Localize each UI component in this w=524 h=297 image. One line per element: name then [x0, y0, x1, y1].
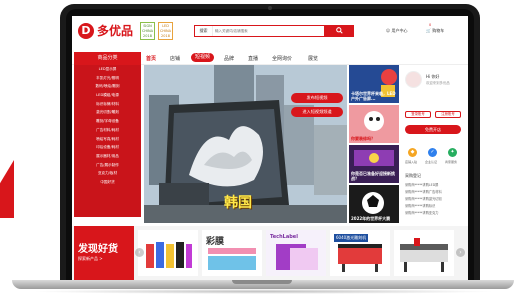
- sidebar-item[interactable]: 亚克力/板材: [74, 169, 141, 178]
- quick-link-label: 企业认证: [425, 160, 438, 164]
- list-item[interactable]: 采购商*****求购LED屏: [405, 182, 438, 187]
- search-input[interactable]: [215, 26, 325, 36]
- sidebar-item[interactable]: LED显示屏: [74, 65, 141, 74]
- quick-link-label: 店铺入驻: [405, 160, 418, 164]
- nav-short-video[interactable]: 短视频: [191, 53, 215, 62]
- carousel-prev-button[interactable]: ‹: [135, 248, 144, 257]
- sidebar-item[interactable]: 雕刻/字母设备: [74, 117, 141, 126]
- sidebar-item[interactable]: 喷绘写真/耗材: [74, 135, 141, 144]
- register-button[interactable]: 注册账号: [435, 111, 461, 118]
- promo-subtitle: 探索新产品 >: [78, 256, 103, 261]
- thumbnail-caption: 2022年的世界杯大赛: [351, 216, 391, 221]
- product-card[interactable]: 6040激光雕刻机: [330, 230, 390, 276]
- user-icon: ☺: [386, 28, 391, 33]
- badge-icon[interactable]: ✓: [428, 148, 437, 157]
- sidebar-item[interactable]: 广告/展示制作: [74, 161, 141, 170]
- search-button[interactable]: [324, 25, 354, 37]
- sidebar-item[interactable]: 激光切割/雕刻: [74, 108, 141, 117]
- website-screen: D 多优品 SIGN CHINA 2018 LED CHINA 2018 搜索 …: [72, 16, 468, 280]
- sidebar-item[interactable]: 丰凯灯光/照明: [74, 74, 141, 83]
- cnc-cutter-image: [394, 230, 454, 276]
- sidebar-item[interactable]: 展示器材/用品: [74, 152, 141, 161]
- user-center-label: 用户中心: [391, 28, 408, 33]
- user-center-link[interactable]: ☺ 用户中心: [386, 28, 407, 34]
- laptop-shadow: [30, 289, 496, 294]
- logo-mark-icon: D: [78, 22, 94, 39]
- video-thumbnail[interactable]: 2022年的世界杯大赛: [349, 185, 399, 223]
- product-card[interactable]: 彩膜: [202, 230, 262, 276]
- product-card[interactable]: [394, 230, 454, 276]
- publish-video-button[interactable]: 发布短视频: [291, 93, 343, 103]
- video-thumbnail[interactable]: 卡塔尔世界杯来临，LED户外广告屏...: [349, 65, 399, 103]
- cart-label: 购物车: [432, 28, 445, 33]
- nav-live[interactable]: 直播: [248, 55, 258, 62]
- sidebar-item[interactable]: 中国好货: [74, 178, 141, 187]
- carousel-next-button[interactable]: ›: [456, 248, 465, 257]
- category-menu-header[interactable]: 商品分类: [74, 52, 141, 65]
- webcam-icon: [268, 6, 272, 10]
- nav-inquiry[interactable]: 全网询价: [272, 55, 292, 62]
- logo-text: 多优品: [97, 24, 134, 38]
- list-item[interactable]: 采购商*****求购标识: [405, 203, 435, 208]
- video-thumbnail-list: 卡塔尔世界杯来临，LED户外广告屏... 你要装修吗？ 你是否已准备好迎接新挑战…: [349, 65, 399, 223]
- video-thumbnail[interactable]: 你是否已准备好迎接新挑战？: [349, 145, 399, 183]
- nav-home[interactable]: 首页: [146, 55, 156, 62]
- search-type-select[interactable]: 搜索: [195, 26, 213, 36]
- page-stage: D 多优品 SIGN CHINA 2018 LED CHINA 2018 搜索 …: [0, 0, 524, 297]
- welcome-text: 欢迎来到多优品: [426, 81, 450, 85]
- promo-title: 发现好货: [78, 244, 118, 255]
- nav-stores[interactable]: 店铺: [170, 55, 180, 62]
- discover-goods-card[interactable]: 发现好货 探索新产品 >: [74, 226, 134, 280]
- thumbnail-caption: 你是否已准备好迎接新挑战？: [351, 171, 395, 181]
- nav-brands[interactable]: 品牌: [224, 55, 234, 62]
- store-icon[interactable]: ◆: [408, 148, 417, 157]
- enter-video-channel-button[interactable]: 进入短视频频道: [291, 107, 343, 117]
- sidebar-item[interactable]: 数码/喷绘/雕刻: [74, 82, 141, 91]
- avatar[interactable]: [405, 71, 422, 88]
- hero-banner[interactable]: 发布短视频 进入短视频频道 韩国: [144, 65, 347, 223]
- category-sidebar: LED显示屏 丰凯灯光/照明 数码/喷绘/雕刻 LED模组/电源 标识标牌/材料…: [74, 65, 141, 217]
- main-nav: 商品分类 首页 店铺 短视频 品牌 直播 全网询价 展览: [72, 49, 468, 65]
- laptop-notch: [232, 280, 292, 284]
- cart-link[interactable]: 🛒 购物车: [426, 28, 444, 34]
- product-card[interactable]: [138, 230, 198, 276]
- sidebar-item[interactable]: 印后设备/耗材: [74, 143, 141, 152]
- login-button[interactable]: 登录账号: [405, 111, 431, 118]
- red-accent-decoration: [0, 160, 14, 218]
- sign-china-badge: SIGN CHINA 2018: [140, 22, 155, 40]
- printer-ink-image: [146, 242, 192, 268]
- site-logo[interactable]: D 多优品: [78, 22, 133, 39]
- sidebar-item[interactable]: 标识标牌/材料: [74, 100, 141, 109]
- cart-count-badge: 0: [429, 23, 432, 27]
- site-header: D 多优品 SIGN CHINA 2018 LED CHINA 2018 搜索 …: [72, 16, 468, 46]
- product-card[interactable]: TechLabel: [266, 230, 326, 276]
- quick-link-label: 商家服务: [445, 160, 458, 164]
- search-bar: 搜索: [194, 25, 354, 37]
- user-panel: Hi 你好 欢迎来到多优品 登录账号 注册账号 免费开店 ◆ ✓ ✦ 店铺入驻 …: [401, 65, 466, 223]
- product-label: 6040激光雕刻机: [334, 234, 369, 242]
- cart-icon: 🛒: [426, 28, 431, 33]
- video-thumbnail[interactable]: 你要装修吗？: [349, 105, 399, 143]
- sidebar-item[interactable]: LED模组/电源: [74, 91, 141, 100]
- service-icon[interactable]: ✦: [448, 148, 457, 157]
- sidebar-item[interactable]: 广告材料/耗材: [74, 126, 141, 135]
- thumbnail-caption: 你要装修吗？: [351, 136, 375, 141]
- purchase-records-title: 采购登记: [405, 173, 421, 178]
- banner-overlay-text: 韩国: [224, 195, 252, 211]
- list-item[interactable]: 采购商*****求购激光切割: [405, 196, 442, 201]
- free-store-button[interactable]: 免费开店: [405, 125, 461, 134]
- search-icon: [335, 27, 343, 34]
- list-item[interactable]: 采购商*****求购广告材料: [405, 189, 442, 194]
- thumbnail-caption: 卡塔尔世界杯来临，LED户外广告屏...: [351, 91, 396, 101]
- product-label: TechLabel: [270, 234, 298, 240]
- list-item[interactable]: 采购商*****求购亚克力: [405, 210, 438, 215]
- nav-exhibition[interactable]: 展览: [308, 55, 318, 62]
- product-label: 彩膜: [206, 237, 225, 247]
- product-strip: 发现好货 探索新产品 > 彩膜 TechLabel 6040激光雕刻机 ‹ ›: [72, 226, 468, 280]
- led-china-badge: LED CHINA 2018: [158, 22, 173, 40]
